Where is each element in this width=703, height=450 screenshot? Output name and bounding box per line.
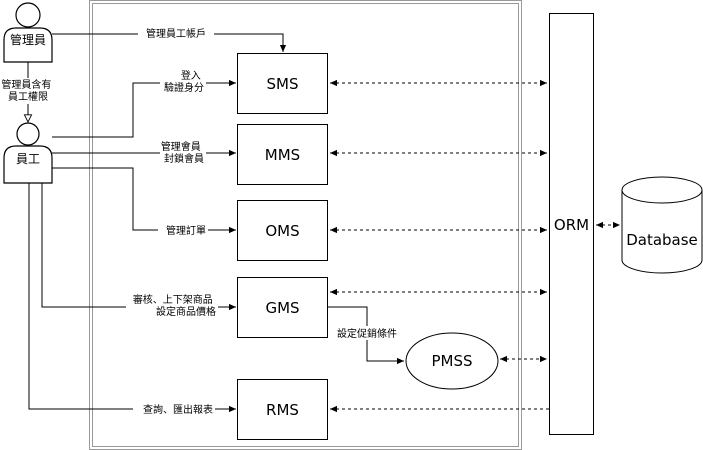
rms-module[interactable]: RMS — [237, 379, 328, 440]
pmss-module[interactable]: PMSS — [405, 332, 499, 390]
edge-gms-to-pmss: 設定促銷條件 — [328, 306, 404, 365]
rms-label: RMS — [266, 401, 299, 419]
edge-label-admin-to-sms: 管理員工帳戶 — [146, 27, 206, 40]
employee-actor-head-icon — [16, 122, 40, 146]
admin-label: 管理員 — [10, 32, 46, 47]
edge-employee-to-oms: 管理訂單 — [52, 167, 236, 237]
edge-admin-to-sms: 管理員工帳戶 — [52, 26, 287, 52]
oms-module[interactable]: OMS — [237, 200, 328, 261]
orm-label: ORM — [554, 216, 589, 234]
edge-label-employee-to-oms: 管理訂單 — [166, 224, 206, 237]
admin-actor-head-icon — [15, 2, 41, 28]
employee-actor[interactable]: 員工 — [3, 122, 53, 184]
sms-module[interactable]: SMS — [237, 53, 328, 114]
gms-label: GMS — [265, 299, 299, 317]
gms-module[interactable]: GMS — [237, 277, 328, 338]
edge-employee-to-sms: 登入 驗證身分 — [52, 69, 236, 138]
edge-label-employee-to-rms: 查詢、匯出報表 — [143, 403, 213, 416]
mms-module[interactable]: MMS — [237, 124, 328, 185]
system-architecture-diagram: 管理員 員工 管理員含有 員工權限 SMS MMS OMS GMS RMS PM… — [1, 0, 703, 450]
database-cylinder[interactable]: Database — [621, 176, 703, 274]
pmss-label: PMSS — [431, 352, 472, 370]
edge-employee-to-mms: 管理會員 封鎖會員 — [52, 140, 236, 166]
orm-module[interactable]: ORM — [549, 13, 594, 435]
edge-employee-to-gms: 審核、上下架商品 設定商品價格 — [41, 183, 236, 321]
employee-label: 員工 — [16, 152, 40, 166]
oms-label: OMS — [265, 222, 299, 240]
database-label: Database — [626, 231, 698, 249]
edge-label-gms-to-pmss: 設定促銷條件 — [337, 327, 397, 340]
edge-label-employee-to-mms: 管理會員 封鎖會員 — [161, 140, 204, 165]
inheritance-edge: 管理員含有 員工權限 — [1, 62, 54, 122]
admin-actor[interactable]: 管理員 — [3, 2, 53, 63]
mms-label: MMS — [265, 146, 300, 164]
sms-label: SMS — [267, 75, 299, 93]
inheritance-label: 管理員含有 員工權限 — [1, 78, 54, 103]
